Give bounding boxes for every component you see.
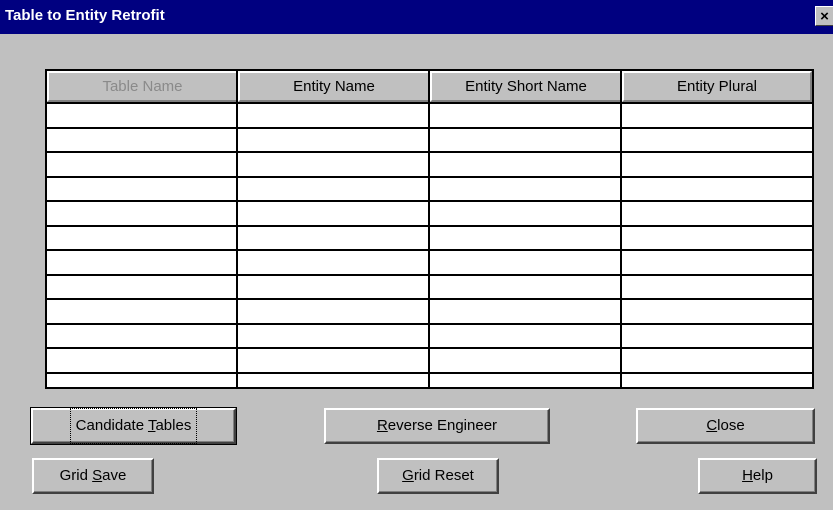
close-window-icon[interactable]: × — [815, 6, 833, 26]
help-button[interactable]: Help — [698, 458, 817, 494]
cell-entity-name[interactable] — [238, 349, 428, 371]
cell-table-name[interactable] — [47, 276, 236, 298]
cell-entity-plural[interactable] — [622, 178, 812, 200]
cell-entity-name[interactable] — [238, 153, 428, 175]
title-bar[interactable]: Table to Entity Retrofit × — [0, 0, 833, 34]
mapping-grid[interactable]: Table Name Entity Name Entity Short Name… — [45, 69, 814, 389]
col-header-entity-plural[interactable]: Entity Plural — [622, 71, 812, 102]
cell-entity-short-name[interactable] — [430, 104, 620, 126]
grid-save-button[interactable]: Grid Save — [32, 458, 154, 494]
cell-entity-plural[interactable] — [622, 129, 812, 151]
cell-table-name[interactable] — [47, 325, 236, 347]
cell-entity-name[interactable] — [238, 104, 428, 126]
cell-entity-name[interactable] — [238, 251, 428, 273]
cell-entity-plural[interactable] — [622, 227, 812, 249]
cell-entity-short-name[interactable] — [430, 129, 620, 151]
cell-entity-short-name[interactable] — [430, 178, 620, 200]
cell-entity-plural[interactable] — [622, 349, 812, 371]
cell-entity-name[interactable] — [238, 202, 428, 224]
cell-entity-plural[interactable] — [622, 153, 812, 175]
cell-table-name[interactable] — [47, 129, 236, 151]
candidate-tables-button[interactable]: Candidate Tables — [30, 407, 237, 445]
grid-column-divider — [428, 71, 430, 387]
cell-entity-plural[interactable] — [622, 276, 812, 298]
col-header-entity-name[interactable]: Entity Name — [238, 71, 430, 102]
cell-table-name[interactable] — [47, 300, 236, 322]
cell-table-name[interactable] — [47, 349, 236, 371]
cell-table-name[interactable] — [47, 202, 236, 224]
cell-table-name[interactable] — [47, 227, 236, 249]
cell-entity-plural[interactable] — [622, 325, 812, 347]
cell-entity-short-name[interactable] — [430, 276, 620, 298]
cell-entity-short-name[interactable] — [430, 202, 620, 224]
grid-column-divider — [620, 71, 622, 387]
grid-column-divider — [236, 71, 238, 387]
cell-entity-name[interactable] — [238, 129, 428, 151]
grid-reset-button[interactable]: Grid Reset — [377, 458, 499, 494]
col-header-table-name[interactable]: Table Name — [47, 71, 238, 102]
cell-entity-name[interactable] — [238, 227, 428, 249]
cell-entity-plural[interactable] — [622, 202, 812, 224]
cell-entity-name[interactable] — [238, 300, 428, 322]
cell-table-name[interactable] — [47, 104, 236, 126]
cell-entity-short-name[interactable] — [430, 349, 620, 371]
cell-entity-short-name[interactable] — [430, 251, 620, 273]
cell-entity-plural[interactable] — [622, 300, 812, 322]
cell-entity-short-name[interactable] — [430, 227, 620, 249]
cell-entity-name[interactable] — [238, 276, 428, 298]
close-button[interactable]: Close — [636, 408, 815, 444]
cell-entity-name[interactable] — [238, 325, 428, 347]
cell-entity-name[interactable] — [238, 178, 428, 200]
cell-entity-short-name[interactable] — [430, 153, 620, 175]
retrofit-dialog: Table to Entity Retrofit × Table Name En… — [0, 0, 833, 510]
cell-table-name[interactable] — [47, 153, 236, 175]
cell-entity-short-name[interactable] — [430, 325, 620, 347]
cell-entity-plural[interactable] — [622, 251, 812, 273]
cell-entity-short-name[interactable] — [430, 300, 620, 322]
cell-table-name[interactable] — [47, 178, 236, 200]
dialog-title: Table to Entity Retrofit — [5, 7, 165, 24]
cell-entity-plural[interactable] — [622, 104, 812, 126]
col-header-entity-short-name[interactable]: Entity Short Name — [430, 71, 622, 102]
reverse-engineer-button[interactable]: Reverse Engineer — [324, 408, 550, 444]
cell-table-name[interactable] — [47, 251, 236, 273]
